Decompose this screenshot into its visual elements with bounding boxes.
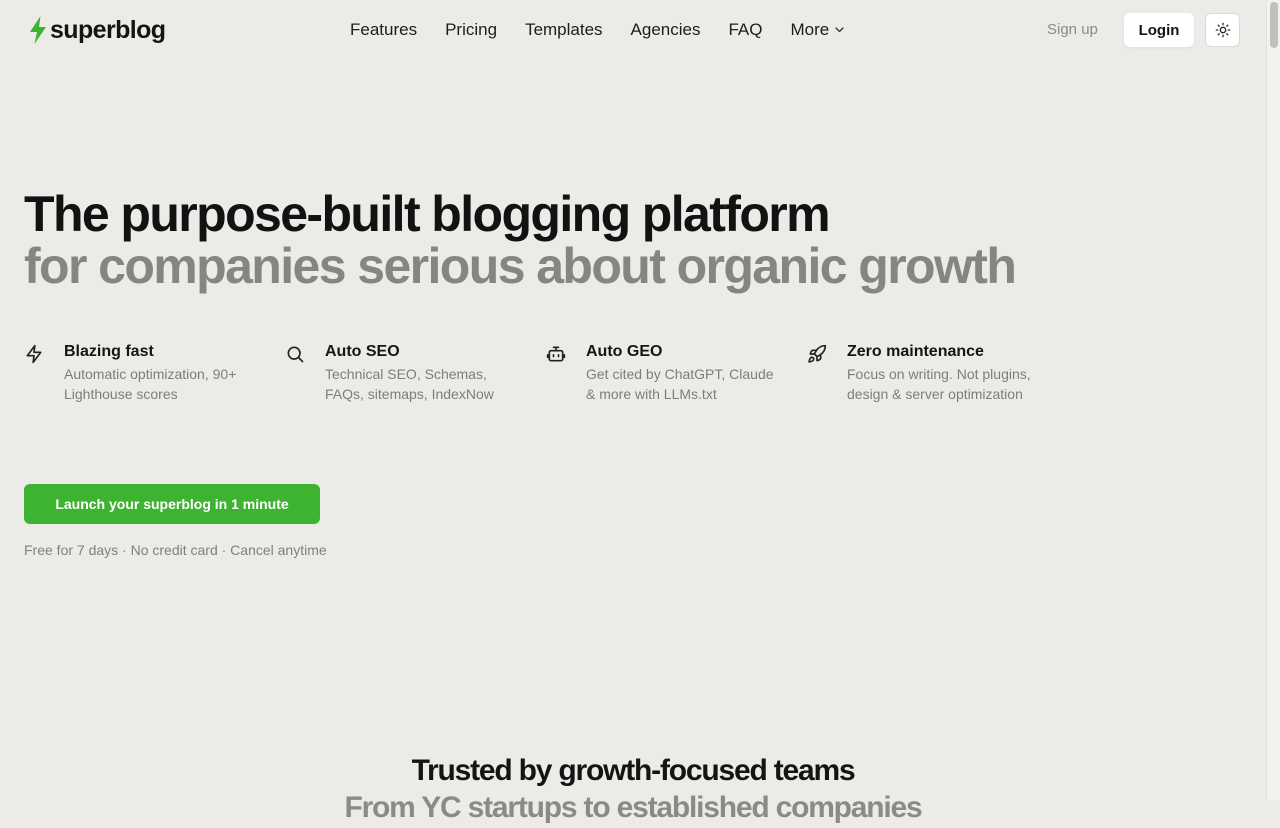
robot-icon [546,346,566,362]
chevron-down-icon [835,27,844,33]
feature-desc: Automatic optimization, 90+ Lighthouse s… [64,366,237,402]
feature-desc: Technical SEO, Schemas, FAQs, sitemaps, … [325,366,494,402]
feature-title: Auto SEO [325,343,400,360]
feature-desc: Get cited by ChatGPT, Claude & more with… [586,366,774,402]
scrollbar-thumb[interactable] [1270,2,1278,48]
nav-more-label: More [790,20,830,39]
feature-title: Blazing fast [64,343,154,360]
feature-list: Blazing fast Automatic optimization, 90+… [24,342,1068,404]
trusted-subheading: From YC startups to established companie… [344,791,922,824]
search-icon [287,346,304,363]
feature-item: Zero maintenance Focus on writing. Not p… [807,342,1068,404]
theme-toggle-button[interactable] [1205,13,1240,47]
cta-note: Free for 7 days · No credit card · Cance… [24,542,327,558]
feature-item: Auto SEO Technical SEO, Schemas, FAQs, s… [285,342,546,404]
hero-title-line1: The purpose-built blogging platform [24,186,831,242]
feature-title: Auto GEO [586,343,663,360]
lightning-logo-icon [30,16,46,44]
login-button[interactable]: Login [1124,13,1194,47]
nav-faq[interactable]: FAQ [728,19,762,41]
trusted-heading: Trusted by growth-focused teams [411,754,856,787]
launch-cta-button[interactable]: Launch your superblog in 1 minute [24,484,320,524]
nav-features[interactable]: Features [350,19,417,41]
nav-more[interactable]: More [791,19,845,41]
lightning-icon [26,344,42,364]
logo-link[interactable]: superblog [28,14,166,46]
page-scrollbar[interactable] [1266,0,1280,800]
nav-pricing[interactable]: Pricing [445,19,497,41]
feature-item: Blazing fast Automatic optimization, 90+… [24,342,285,404]
hero-title: The purpose-built blogging platform for … [24,186,1017,294]
site-header: superblog Features Pricing Templates Age… [0,0,1266,60]
logo-text: superblog [50,16,166,44]
main-nav: Features Pricing Templates Agencies FAQ … [350,19,844,41]
feature-desc: Focus on writing. Not plugins, design & … [847,366,1031,402]
sun-icon [1215,22,1230,38]
nav-agencies[interactable]: Agencies [631,19,701,41]
nav-templates[interactable]: Templates [525,19,602,41]
feature-item: Auto GEO Get cited by ChatGPT, Claude & … [546,342,807,404]
signup-link[interactable]: Sign up [1047,20,1098,40]
rocket-icon [808,344,827,363]
hero-title-line2: for companies serious about organic grow… [24,238,1017,294]
feature-title: Zero maintenance [847,343,984,360]
